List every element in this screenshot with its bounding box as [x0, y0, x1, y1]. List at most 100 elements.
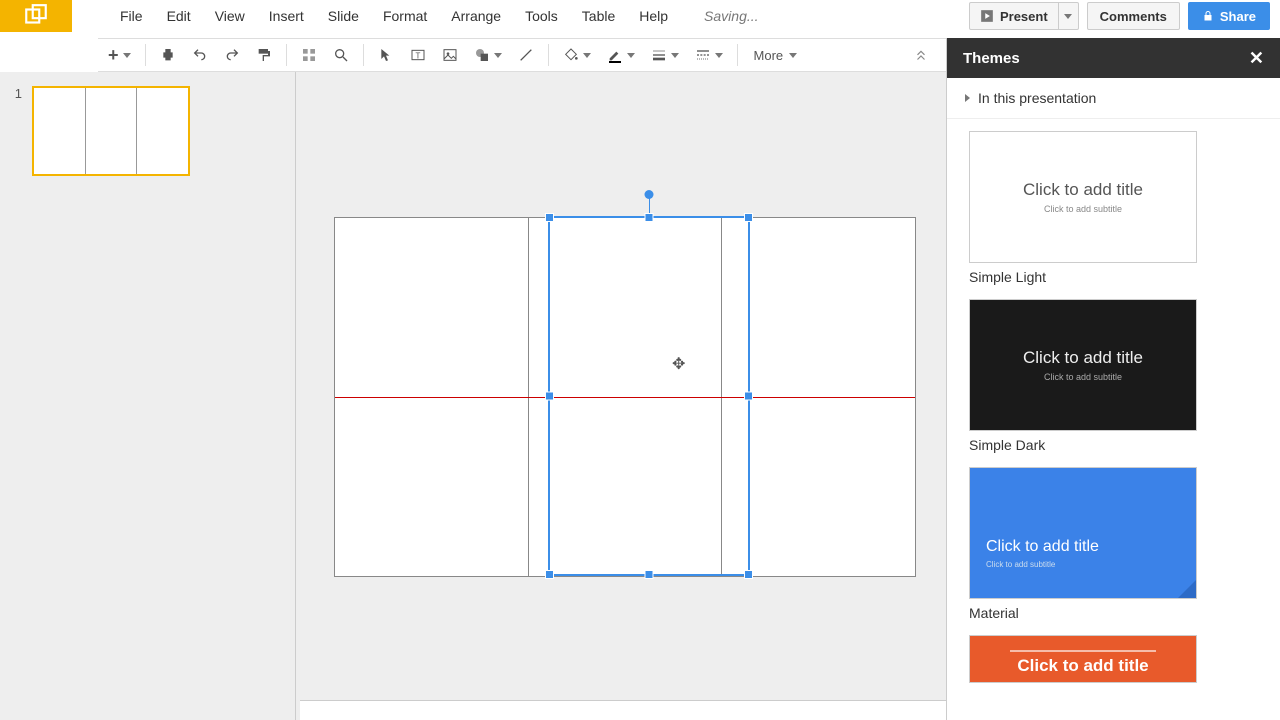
theme-name: Material — [969, 605, 1258, 621]
collapse-toolbar-button[interactable] — [906, 39, 936, 73]
themes-panel: Themes ✕ In this presentation Click to a… — [946, 38, 1280, 720]
svg-text:T: T — [415, 51, 420, 60]
image-icon — [442, 47, 458, 63]
theme-preview-subtitle: Click to add subtitle — [1044, 204, 1122, 214]
theme-item-simple-light[interactable]: Click to add title Click to add subtitle… — [969, 131, 1258, 285]
more-button[interactable]: More — [746, 48, 806, 63]
cursor-icon — [378, 47, 394, 63]
theme-item-simple-dark[interactable]: Click to add title Click to add subtitle… — [969, 299, 1258, 453]
new-slide-button[interactable]: + — [102, 42, 137, 68]
fill-icon — [563, 47, 579, 63]
resize-handle-e[interactable] — [744, 392, 753, 401]
theme-item-material[interactable]: Click to add title Click to add subtitle… — [969, 467, 1258, 621]
canvas-area[interactable]: ✥ — [296, 72, 946, 720]
menu-items: File Edit View Insert Slide Format Arran… — [108, 4, 680, 28]
menu-help[interactable]: Help — [627, 4, 680, 28]
image-tool[interactable] — [436, 42, 464, 68]
separator — [737, 44, 738, 66]
pencil-icon — [607, 47, 623, 63]
chevron-down-icon — [583, 53, 591, 58]
line-dash-button[interactable] — [689, 42, 729, 68]
resize-handle-w[interactable] — [545, 392, 554, 401]
theme-preview-title: Click to add title — [1023, 348, 1143, 368]
theme-item-orange[interactable]: Click to add title — [969, 635, 1258, 683]
menu-bar: File Edit View Insert Slide Format Arran… — [0, 0, 1280, 32]
play-icon — [980, 9, 994, 23]
themes-subheader[interactable]: In this presentation — [947, 78, 1280, 119]
menu-format[interactable]: Format — [371, 4, 439, 28]
share-button[interactable]: Share — [1188, 2, 1270, 30]
thumbnail-slide[interactable] — [32, 86, 190, 176]
guide-line — [85, 88, 86, 174]
line-weight-icon — [651, 47, 667, 63]
shape-tool[interactable] — [468, 42, 508, 68]
resize-handle-s[interactable] — [645, 570, 654, 579]
line-weight-button[interactable] — [645, 42, 685, 68]
paint-format-button[interactable] — [250, 42, 278, 68]
slide-thumbnail-panel[interactable]: 1 — [0, 72, 296, 720]
paint-roller-icon — [256, 47, 272, 63]
fit-icon — [301, 47, 317, 63]
separator — [145, 44, 146, 66]
resize-handle-nw[interactable] — [545, 213, 554, 222]
bottom-strip — [300, 700, 946, 720]
menu-edit[interactable]: Edit — [155, 4, 203, 28]
app-logo[interactable] — [0, 0, 72, 32]
textbox-tool[interactable]: T — [404, 42, 432, 68]
theme-name: Simple Dark — [969, 437, 1258, 453]
move-cursor-icon: ✥ — [672, 354, 685, 374]
present-label: Present — [1000, 9, 1048, 24]
menu-arrange[interactable]: Arrange — [439, 4, 513, 28]
menu-file[interactable]: File — [108, 4, 155, 28]
menu-view[interactable]: View — [203, 4, 257, 28]
more-label: More — [754, 48, 784, 63]
thumbnail-number: 1 — [10, 86, 22, 176]
undo-icon — [192, 47, 208, 63]
comments-button[interactable]: Comments — [1087, 2, 1180, 30]
themes-title: Themes — [963, 50, 1020, 67]
line-color-button[interactable] — [601, 42, 641, 68]
fit-button[interactable] — [295, 42, 323, 68]
theme-name: Simple Light — [969, 269, 1258, 285]
menu-table[interactable]: Table — [570, 4, 627, 28]
line-icon — [518, 47, 534, 63]
undo-button[interactable] — [186, 42, 214, 68]
present-dropdown[interactable] — [1058, 3, 1078, 29]
line-dash-icon — [695, 47, 711, 63]
selection-box[interactable] — [548, 216, 750, 576]
slides-icon — [23, 3, 49, 29]
present-button[interactable]: Present — [970, 9, 1058, 24]
print-icon — [160, 47, 176, 63]
resize-handle-se[interactable] — [744, 570, 753, 579]
themes-list[interactable]: Click to add title Click to add subtitle… — [947, 119, 1280, 720]
print-button[interactable] — [154, 42, 182, 68]
resize-handle-n[interactable] — [645, 213, 654, 222]
separator — [363, 44, 364, 66]
chevron-down-icon — [627, 53, 635, 58]
chevron-down-icon — [1064, 14, 1072, 19]
line-tool[interactable] — [512, 42, 540, 68]
decorative-line — [1010, 650, 1156, 652]
save-status: Saving... — [704, 8, 758, 24]
resize-handle-ne[interactable] — [744, 213, 753, 222]
chevron-down-icon — [789, 53, 797, 58]
chevron-right-icon — [965, 94, 970, 102]
resize-handle-sw[interactable] — [545, 570, 554, 579]
thumbnail-entry[interactable]: 1 — [10, 86, 285, 176]
fill-color-button[interactable] — [557, 42, 597, 68]
menu-slide[interactable]: Slide — [316, 4, 371, 28]
close-themes-button[interactable]: ✕ — [1249, 48, 1264, 69]
workspace: 1 ✥ — [0, 72, 946, 720]
top-right-actions: Present Comments Share — [969, 0, 1270, 32]
zoom-button[interactable] — [327, 42, 355, 68]
present-button-group: Present — [969, 2, 1079, 30]
redo-icon — [224, 47, 240, 63]
rotation-handle[interactable] — [645, 190, 654, 199]
menu-tools[interactable]: Tools — [513, 4, 570, 28]
chevron-down-icon — [123, 53, 131, 58]
separator — [286, 44, 287, 66]
redo-button[interactable] — [218, 42, 246, 68]
menu-insert[interactable]: Insert — [257, 4, 316, 28]
shape-icon — [474, 47, 490, 63]
select-tool[interactable] — [372, 42, 400, 68]
